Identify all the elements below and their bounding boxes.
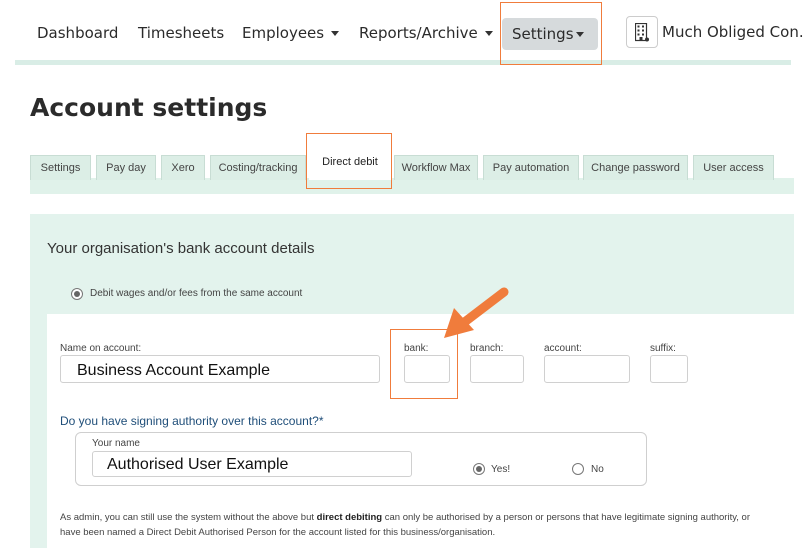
caret-down-icon	[331, 31, 340, 36]
account-input[interactable]	[544, 355, 630, 383]
org-switcher-button[interactable]	[626, 16, 658, 48]
building-icon	[635, 23, 649, 42]
caret-down-icon	[484, 31, 493, 36]
tab-settings[interactable]: Settings	[30, 155, 91, 180]
note-bold-text: direct debiting	[316, 512, 383, 523]
suffix-input[interactable]	[650, 355, 688, 383]
suffix-label: suffix:	[650, 343, 676, 354]
tab-xero[interactable]: Xero	[161, 155, 205, 180]
nav-reports-label: Reports/Archive	[359, 24, 478, 42]
signing-authority-yes-radio[interactable]	[473, 463, 485, 475]
nav-timesheets[interactable]: Timesheets	[138, 24, 224, 42]
note-text: As admin, you can still use the system w…	[60, 512, 317, 523]
bank-details-heading: Your organisation's bank account details	[47, 240, 315, 257]
name-on-account-value: Business Account Example	[77, 362, 270, 379]
branch-input[interactable]	[470, 355, 524, 383]
signing-authority-yes-label: Yes!	[491, 464, 511, 475]
nav-dashboard[interactable]: Dashboard	[37, 24, 118, 42]
debit-same-account-radio[interactable]	[71, 288, 83, 300]
arrow-annotation	[444, 287, 509, 338]
nav-reports-archive[interactable]: Reports/Archive	[359, 24, 493, 42]
nav-employees-label: Employees	[242, 24, 325, 42]
tab-user-access[interactable]: User access	[693, 155, 774, 180]
tab-change-password[interactable]: Change password	[583, 155, 688, 180]
signing-authority-no-radio[interactable]	[572, 463, 584, 475]
tab-pay-day[interactable]: Pay day	[96, 155, 156, 180]
org-name[interactable]: Much Obliged Con...	[662, 23, 804, 41]
direct-debit-note: As admin, you can still use the system w…	[60, 510, 750, 540]
tab-workflow-max[interactable]: Workflow Max	[394, 155, 478, 180]
signing-authority-no-label: No	[591, 464, 604, 475]
debit-same-account-label: Debit wages and/or fees from the same ac…	[90, 288, 303, 299]
top-navigation: Dashboard Timesheets Employees Reports/A…	[0, 0, 804, 66]
account-label: account:	[544, 343, 582, 354]
highlight-settings	[500, 2, 602, 65]
tab-strip	[30, 178, 794, 194]
signing-authority-question: Do you have signing authority over this …	[60, 414, 324, 428]
highlight-direct-debit	[306, 133, 392, 189]
your-name-label: Your name	[92, 438, 140, 449]
your-name-value: Authorised User Example	[107, 456, 289, 473]
name-on-account-label: Name on account:	[60, 343, 142, 354]
page-title: Account settings	[30, 93, 268, 122]
nav-divider	[15, 60, 791, 65]
tab-pay-automation[interactable]: Pay automation	[483, 155, 579, 180]
tab-costing-tracking[interactable]: Costing/tracking	[210, 155, 306, 180]
nav-employees[interactable]: Employees	[242, 24, 340, 42]
